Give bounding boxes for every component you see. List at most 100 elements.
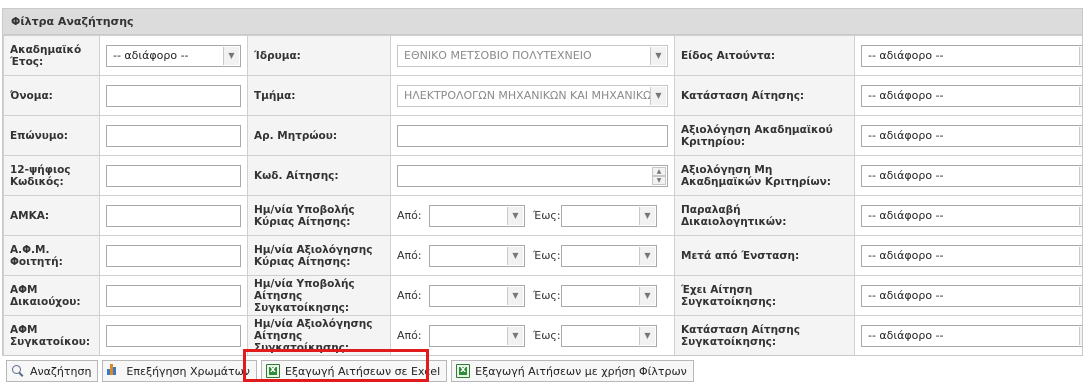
first-name-input[interactable] (106, 84, 241, 107)
cohab-submission-date-label: Ημ/νία Υποβολής Αίτησης Συγκατοίκησης: (247, 275, 391, 316)
from-label: Από: (397, 329, 422, 342)
non-academic-eval-select[interactable]: -- αδιάφορο --▼ (861, 164, 1082, 187)
search-button[interactable]: Αναζήτηση (6, 360, 99, 382)
documents-received-select[interactable]: -- αδιάφορο --▼ (861, 204, 1082, 227)
has-cohab-select[interactable]: -- αδιάφορο --▼ (861, 284, 1082, 307)
has-cohab-label: Έχει Αίτηση Συγκατοίκησης: (674, 275, 855, 316)
chevron-up-icon[interactable]: ▲ (652, 166, 666, 176)
color-legend-button[interactable]: Επεξήγηση Χρωμάτων (102, 360, 257, 382)
documents-received-label: Παραλαβή Δικαιολογητικών: (674, 195, 855, 236)
chevron-down-icon: ▼ (1079, 86, 1082, 105)
cohab-submission-from-select[interactable]: ▼ (429, 284, 525, 307)
chevron-down-icon: ▼ (1079, 166, 1082, 185)
search-filters-panel: Φίλτρα Αναζήτησης Ακαδημαϊκό Έτος: -- αδ… (2, 8, 1083, 356)
amka-input[interactable] (106, 204, 241, 227)
registry-number-label: Αρ. Μητρώου: (247, 115, 391, 156)
institution-select[interactable]: ΕΘΝΙΚΟ ΜΕΤΣΟΒΙΟ ΠΟΛΥΤΕΧΝΕΙΟ ▼ (397, 44, 668, 67)
chevron-down-icon: ▼ (223, 46, 239, 65)
cohab-status-label: Κατάσταση Αίτησης Συγκατοίκησης: (674, 315, 855, 355)
application-status-select[interactable]: -- αδιάφορο --▼ (861, 84, 1082, 107)
chevron-down-icon: ▼ (639, 206, 655, 225)
chevron-down-icon: ▼ (507, 246, 523, 265)
applicant-type-label: Είδος Αιτούντα: (674, 35, 855, 76)
excel-icon (265, 364, 280, 378)
chevron-down-icon: ▼ (1079, 246, 1082, 265)
main-submission-to-select[interactable]: ▼ (561, 204, 657, 227)
academic-year-label: Ακαδημαϊκό Έτος: (3, 35, 100, 76)
roommate-afm-input[interactable] (106, 324, 241, 347)
last-name-label: Επώνυμο: (3, 115, 100, 156)
after-objection-select[interactable]: -- αδιάφορο --▼ (861, 244, 1082, 267)
non-academic-eval-label: Αξιολόγηση Μη Ακαδημαϊκών Κριτηρίων: (674, 155, 855, 196)
chevron-down-icon: ▼ (639, 246, 655, 265)
code12-label: 12-ψήφιος Κωδικός: (3, 155, 100, 196)
date-range: Από: ▼ Έως: ▼ (397, 244, 668, 267)
filter-row: ΑΜΚΑ: Ημ/νία Υποβολής Κύριας Αίτησης: Απ… (3, 195, 1082, 236)
chevron-down-icon: ▼ (650, 86, 666, 105)
roommate-afm-label: ΑΦΜ Συγκατοίκου: (3, 315, 100, 355)
chevron-down-icon: ▼ (1079, 326, 1082, 345)
after-objection-label: Μετά από Ένσταση: (674, 235, 855, 276)
registry-number-input[interactable] (397, 124, 668, 147)
chevron-down-icon: ▼ (1079, 286, 1082, 305)
first-name-label: Όνομα: (3, 75, 100, 116)
cohab-eval-from-select[interactable]: ▼ (429, 324, 525, 347)
academic-eval-select[interactable]: -- αδιάφορο --▼ (861, 124, 1082, 147)
date-range: Από: ▼ Έως: ▼ (397, 324, 668, 347)
main-eval-date-label: Ημ/νία Αξιολόγησης Κύριας Αίτησης: (247, 235, 391, 276)
chevron-down-icon: ▼ (650, 46, 666, 65)
beneficiary-afm-label: ΑΦΜ Δικαιούχου: (3, 275, 100, 316)
student-afm-input[interactable] (106, 244, 241, 267)
date-range: Από: ▼ Έως: ▼ (397, 284, 668, 307)
to-label: Έως: (533, 209, 561, 222)
filter-row: ΑΦΜ Συγκατοίκου: Ημ/νία Αξιολόγησης Αίτη… (3, 315, 1082, 355)
to-label: Έως: (533, 289, 561, 302)
main-submission-from-select[interactable]: ▼ (429, 204, 525, 227)
application-code-input[interactable]: ▲ ▼ (397, 164, 668, 187)
code12-input[interactable] (106, 164, 241, 187)
from-label: Από: (397, 289, 422, 302)
filters-table: Ακαδημαϊκό Έτος: -- αδιάφορο -- ▼ Ίδρυμα:… (3, 35, 1082, 355)
date-range: Από: ▼ Έως: ▼ (397, 204, 668, 227)
chevron-down-icon: ▼ (1079, 126, 1082, 145)
chevron-down-icon: ▼ (1079, 46, 1082, 65)
academic-eval-label: Αξιολόγηση Ακαδημαϊκού Κριτηρίου: (674, 115, 855, 156)
application-code-label: Κωδ. Αίτησης: (247, 155, 391, 196)
to-label: Έως: (533, 249, 561, 262)
filter-row: ΑΦΜ Δικαιούχου: Ημ/νία Υποβολής Αίτησης … (3, 275, 1082, 316)
department-select[interactable]: ΗΛΕΚΤΡΟΛΟΓΩΝ ΜΗΧΑΝΙΚΩΝ ΚΑΙ ΜΗΧΑΝΙΚΩΝ ▼ (397, 84, 668, 107)
department-label: Τμήμα: (247, 75, 391, 116)
filter-row: Όνομα: Τμήμα: ΗΛΕΚΤΡΟΛΟΓΩΝ ΜΗΧΑΝΙΚΩΝ ΚΑΙ… (3, 75, 1082, 116)
main-submission-date-label: Ημ/νία Υποβολής Κύριας Αίτησης: (247, 195, 391, 236)
filter-row: Ακαδημαϊκό Έτος: -- αδιάφορο -- ▼ Ίδρυμα:… (3, 35, 1082, 76)
search-icon (11, 364, 25, 378)
chevron-down-icon[interactable]: ▼ (652, 175, 666, 185)
export-filtered-button[interactable]: Εξαγωγή Αιτήσεων με χρήση Φίλτρων (451, 360, 694, 382)
cohab-submission-to-select[interactable]: ▼ (561, 284, 657, 307)
chevron-down-icon: ▼ (639, 286, 655, 305)
export-excel-button[interactable]: Εξαγωγή Αιτήσεων σε Excel (260, 360, 448, 382)
chevron-down-icon: ▼ (507, 206, 523, 225)
chevron-down-icon: ▼ (507, 286, 523, 305)
chevron-down-icon: ▼ (507, 326, 523, 345)
last-name-input[interactable] (106, 124, 241, 147)
institution-label: Ίδρυμα: (247, 35, 391, 76)
cohab-eval-to-select[interactable]: ▼ (561, 324, 657, 347)
student-afm-label: Α.Φ.Μ. Φοιτητή: (3, 235, 100, 276)
filter-row: Α.Φ.Μ. Φοιτητή: Ημ/νία Αξιολόγησης Κύρια… (3, 235, 1082, 276)
filter-row: Επώνυμο: Αρ. Μητρώου: Αξιολόγηση Ακαδημα… (3, 115, 1082, 156)
main-eval-to-select[interactable]: ▼ (561, 244, 657, 267)
beneficiary-afm-input[interactable] (106, 284, 241, 307)
academic-year-select[interactable]: -- αδιάφορο -- ▼ (106, 44, 241, 67)
to-label: Έως: (533, 329, 561, 342)
excel-icon (456, 364, 471, 378)
amka-label: ΑΜΚΑ: (3, 195, 100, 236)
bar-chart-icon (107, 364, 121, 378)
main-eval-from-select[interactable]: ▼ (429, 244, 525, 267)
cohab-status-select[interactable]: -- αδιάφορο --▼ (861, 324, 1082, 347)
cohab-eval-date-label: Ημ/νία Αξιολόγησης Αίτησης Συγκατοίκησης… (247, 315, 391, 355)
application-status-label: Κατάσταση Αίτησης: (674, 75, 855, 116)
action-toolbar: Αναζήτηση Επεξήγηση Χρωμάτων Εξαγωγή Αιτ… (6, 360, 694, 382)
panel-title: Φίλτρα Αναζήτησης (3, 9, 1082, 35)
applicant-type-select[interactable]: -- αδιάφορο --▼ (861, 44, 1082, 67)
